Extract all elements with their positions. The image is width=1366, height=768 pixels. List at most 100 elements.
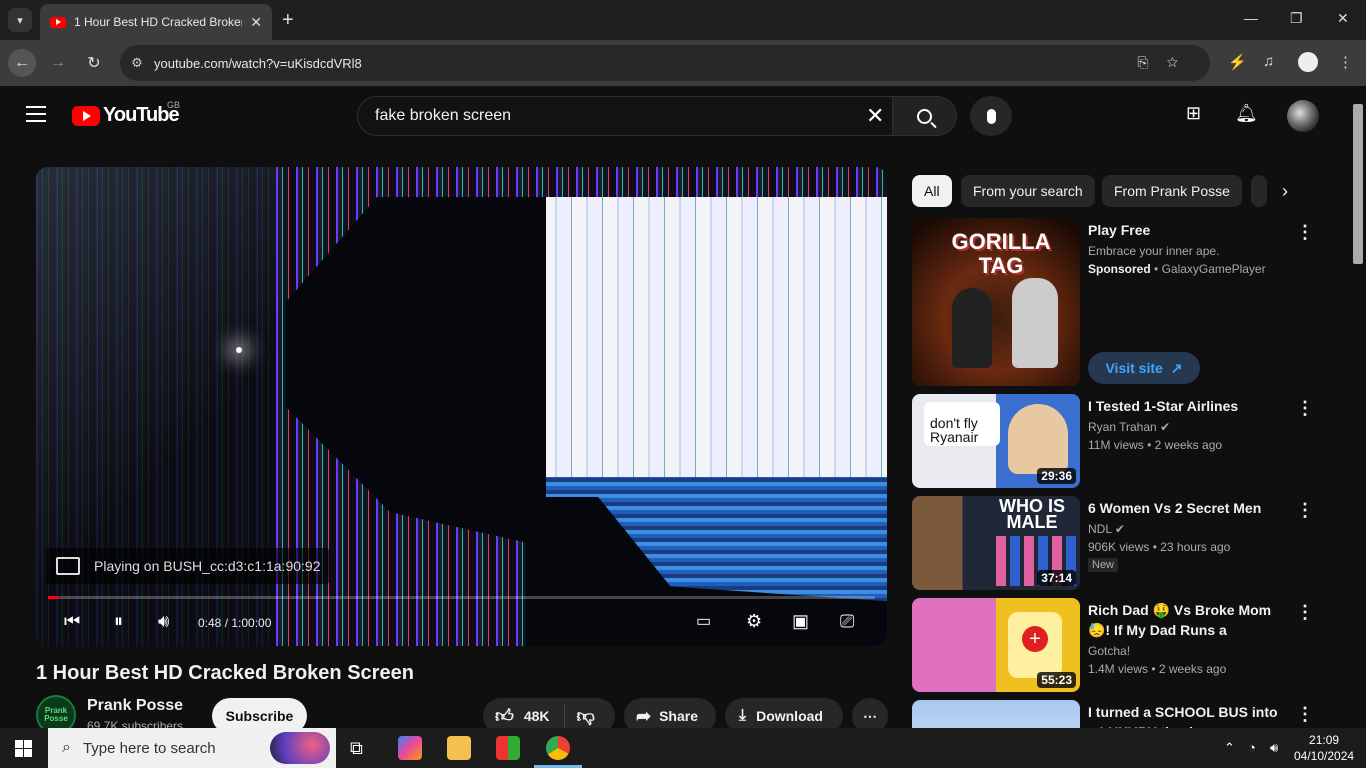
minimize-icon[interactable]: — [1244,10,1258,26]
recommendation-item[interactable]: I turned a SCHOOL BUS into a LUXURY tiny… [912,700,1332,728]
new-badge: New [1088,558,1119,572]
microsoft-store-icon[interactable] [496,736,520,760]
chip-from-your-search[interactable]: From your search [961,175,1095,207]
thumbs-down-icon[interactable]: 👎︎ [577,705,595,727]
channel-name[interactable]: NDL [1088,522,1112,536]
volume-icon[interactable]: 🔊︎ [158,611,169,632]
visit-site-button[interactable]: Visit site ↗ [1088,352,1200,384]
video-thumbnail[interactable] [912,700,1080,728]
video-thumbnail[interactable]: don't fly Ryanair 29:36 [912,394,1080,488]
video-title[interactable]: I Tested 1-Star Airlines [1088,396,1284,416]
chips-next-icon[interactable]: › [1282,181,1288,202]
like-count[interactable]: 48K [524,708,550,724]
sponsored-ad[interactable]: GORILLA TAG Play Free Embrace your inner… [912,218,1332,388]
visit-site-label: Visit site [1105,360,1163,376]
share-label: Share [659,708,699,724]
browser-menu-icon[interactable]: ⋮ [1338,53,1353,71]
address-bar-actions: ⎘☆ [1137,54,1196,71]
chip-partial[interactable] [1251,175,1267,207]
video-thumbnail[interactable]: WHO IS MALE 37:14 [912,496,1080,590]
miniplayer-icon[interactable]: ▣ [792,611,809,632]
video-duration: 37:14 [1037,570,1076,586]
site-info-icon[interactable]: ⚙ [120,55,154,71]
video-duration: 55:23 [1037,672,1076,688]
menu-hamburger-icon[interactable] [26,106,46,127]
create-video-icon[interactable]: ⊞ [1186,103,1201,124]
volume-icon[interactable]: 🔊︎ [1270,740,1278,756]
chrome-icon[interactable] [546,736,570,760]
taskbar-search-placeholder: Type here to search [82,739,216,757]
bookmark-star-icon[interactable]: ☆ [1167,54,1196,70]
subtitles-icon[interactable]: ▭ [696,611,711,631]
ad-more-icon[interactable]: ⋮ [1296,222,1314,243]
chip-all[interactable]: All [912,175,952,207]
pause-icon[interactable]: ⏸ [114,611,123,632]
clear-search-icon[interactable]: ✕ [866,103,884,129]
address-bar[interactable]: ⚙ youtube.com/watch?v=uKisdcdVRl8 ⎘☆ [120,45,1210,81]
video-thumbnail[interactable]: + 55:23 [912,598,1080,692]
media-controls-icon[interactable]: ♫ [1263,53,1274,70]
system-clock[interactable]: 21:09 04/10/2024 [1294,732,1354,764]
scrollbar-thumb[interactable] [1353,104,1363,264]
new-tab-icon[interactable]: + [282,9,294,32]
copilot-icon[interactable] [398,736,422,760]
browser-tab[interactable]: 1 Hour Best HD Cracked Broken Screen - Y… [40,4,272,40]
video-title[interactable]: Rich Dad 🤑 Vs Broke Mom 😓! If My Dad Run… [1088,600,1284,640]
youtube-logo[interactable]: YouTube GB [72,100,180,127]
cast-button-icon[interactable]: ⎚ [840,611,854,632]
more-vertical-icon[interactable]: ⋮ [1296,398,1314,419]
reload-icon[interactable]: ↻ [80,49,108,77]
recommendation-item[interactable]: don't fly Ryanair 29:36 I Tested 1-Star … [912,394,1332,490]
search-icon [917,108,932,124]
extensions-icon[interactable]: ⚡ [1228,53,1247,71]
forward-arrow-icon[interactable]: → [44,49,72,77]
browser-toolbar: ← → ↻ ⚙ youtube.com/watch?v=uKisdcdVRl8 … [0,40,1366,86]
settings-gear-icon[interactable]: ⚙ [746,611,762,632]
chip-from-prank-posse[interactable]: From Prank Posse [1102,175,1242,207]
recommendation-item[interactable]: + 55:23 Rich Dad 🤑 Vs Broke Mom 😓! If My… [912,598,1332,694]
previous-icon[interactable]: ⏮ [64,611,80,632]
video-title[interactable]: I turned a SCHOOL BUS into a LUXURY tiny… [1088,702,1284,728]
ad-thumbnail[interactable]: GORILLA TAG [912,218,1080,386]
microphone-icon [986,108,996,124]
more-vertical-icon[interactable]: ⋮ [1296,500,1314,521]
channel-name[interactable]: Gotcha! [1088,644,1130,658]
channel-name[interactable]: Prank Posse [87,697,183,715]
more-vertical-icon[interactable]: ⋮ [1296,602,1314,623]
clock-date: 04/10/2024 [1294,749,1355,763]
taskbar-search[interactable]: ⌕ Type here to search [48,728,336,768]
file-explorer-icon[interactable] [447,736,471,760]
download-label: Download [756,708,823,724]
tab-list-chevron-icon[interactable]: ▾ [8,8,32,32]
voice-search-button[interactable] [970,96,1012,136]
task-view-icon[interactable]: ⧉ [350,738,374,762]
windows-start-icon[interactable] [15,740,32,757]
clock-time: 21:09 [1309,733,1340,747]
notifications-bell-icon[interactable]: 🔔︎ [1235,103,1258,124]
channel-name[interactable]: Ryan Trahan [1088,420,1157,434]
progress-played [48,596,59,599]
youtube-header: YouTube GB ✕ ⊞ 🔔︎ [0,86,1366,142]
more-vertical-icon[interactable]: ⋮ [1296,704,1314,725]
time-display: 0:48 / 1:00:00 [198,616,272,630]
progress-bar[interactable] [48,596,875,599]
tab-close-icon[interactable]: ✕ [250,14,262,31]
tray-chevron-icon[interactable]: ⌃ [1224,740,1235,756]
thumbs-up-icon[interactable]: 👍︎ [495,705,514,727]
ad-description: Embrace your inner ape. [1088,244,1220,258]
video-title[interactable]: 6 Women Vs 2 Secret Men [1088,498,1284,518]
ad-title[interactable]: Play Free [1088,220,1284,240]
search-input[interactable] [358,107,848,125]
network-icon[interactable]: ◔ [1248,740,1256,755]
profile-avatar-icon[interactable] [1298,52,1318,72]
window-close-icon[interactable]: ✕ [1337,10,1349,27]
install-app-icon[interactable]: ⎘ [1137,54,1166,70]
maximize-icon[interactable]: ❐ [1290,10,1303,27]
video-player[interactable]: Playing on BUSH_cc:d3:c1:1a:90:92 ⏮ ⏸ 🔊︎… [36,167,887,646]
account-avatar[interactable] [1287,100,1319,132]
youtube-play-logo-icon [72,105,100,126]
page-scrollbar[interactable] [1350,100,1366,724]
search-button[interactable] [892,97,956,135]
recommendation-item[interactable]: WHO IS MALE 37:14 6 Women Vs 2 Secret Me… [912,496,1332,592]
back-arrow-icon[interactable]: ← [8,49,36,77]
